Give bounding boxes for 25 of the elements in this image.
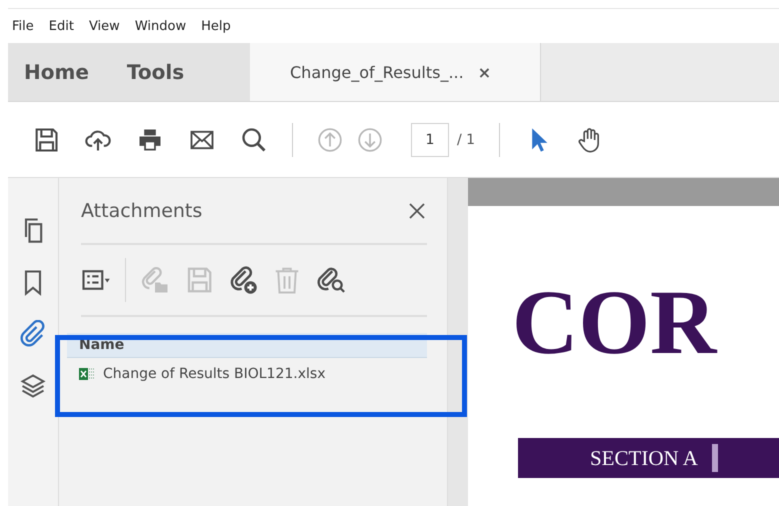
paperclip-add-icon[interactable] <box>228 265 258 295</box>
splitter-bar[interactable] <box>448 178 468 506</box>
document-tab[interactable]: Change_of_Results_... × <box>250 43 540 101</box>
menu-item[interactable]: Window <box>134 18 186 34</box>
close-button[interactable]: × <box>478 62 492 82</box>
search-icon[interactable] <box>240 126 268 154</box>
tab-title: Change_of_Results_... <box>290 62 464 82</box>
paperclip-search-icon[interactable] <box>316 265 346 295</box>
spreadsheet-icon <box>79 366 95 382</box>
layers-icon[interactable] <box>19 372 47 400</box>
nav-tab[interactable]: Home <box>24 60 89 84</box>
close-icon[interactable] <box>407 200 427 220</box>
menu-item[interactable]: View <box>88 18 120 34</box>
page-number-field[interactable]: 1 <box>411 122 449 156</box>
table-cell <box>712 444 718 472</box>
page-total: / 1 <box>457 132 476 148</box>
panel-title: Attachments <box>81 200 202 222</box>
paperclip-icon[interactable] <box>19 320 47 348</box>
file-name[interactable]: Change of Results BIOL121.xlsx <box>103 366 326 382</box>
document-heading: COR <box>512 276 718 368</box>
nav-tab[interactable]: Tools <box>126 60 184 84</box>
menu-item[interactable]: Edit <box>48 18 74 34</box>
menu-item[interactable]: Help <box>201 18 231 34</box>
section-title: SECTION A <box>589 446 699 470</box>
menu-item[interactable]: File <box>12 18 34 34</box>
